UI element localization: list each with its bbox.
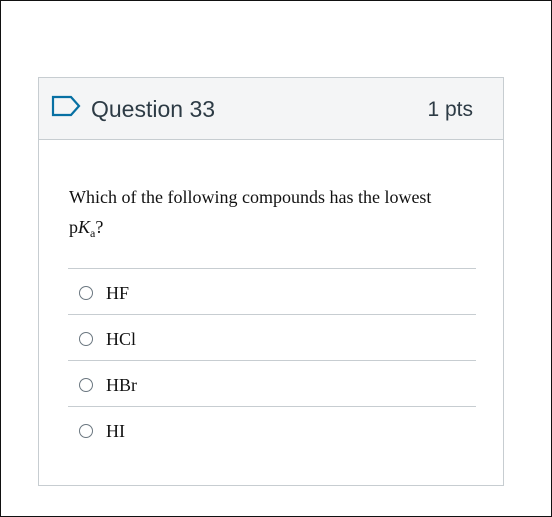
radio-button[interactable] <box>79 424 93 438</box>
question-text-k: K <box>78 217 91 237</box>
question-text: Which of the following compounds has the… <box>69 182 475 242</box>
question-points: 1 pts <box>427 98 473 121</box>
answer-label[interactable]: HI <box>106 419 125 443</box>
answer-list: HF HCl HBr HI <box>68 268 476 453</box>
answer-option-hi[interactable]: HI <box>68 407 476 453</box>
answer-option-hcl[interactable]: HCl <box>68 315 476 361</box>
answer-label[interactable]: HBr <box>106 373 137 397</box>
question-text-prefix: Which of the following compounds has the… <box>69 187 432 207</box>
answer-option-hf[interactable]: HF <box>68 269 476 315</box>
question-title: Question 33 <box>91 96 216 122</box>
answer-label[interactable]: HCl <box>106 327 136 351</box>
question-header: Question 33 1 pts <box>39 78 503 140</box>
question-card: Question 33 1 pts Which of the following… <box>38 77 504 486</box>
radio-button[interactable] <box>79 378 93 392</box>
question-text-p: p <box>69 217 78 237</box>
radio-button[interactable] <box>79 332 93 346</box>
answer-option-hbr[interactable]: HBr <box>68 361 476 407</box>
question-text-suffix: ? <box>95 217 104 237</box>
bookmark-flag-icon[interactable] <box>51 95 81 117</box>
radio-button[interactable] <box>79 286 93 300</box>
answer-label[interactable]: HF <box>106 281 129 305</box>
